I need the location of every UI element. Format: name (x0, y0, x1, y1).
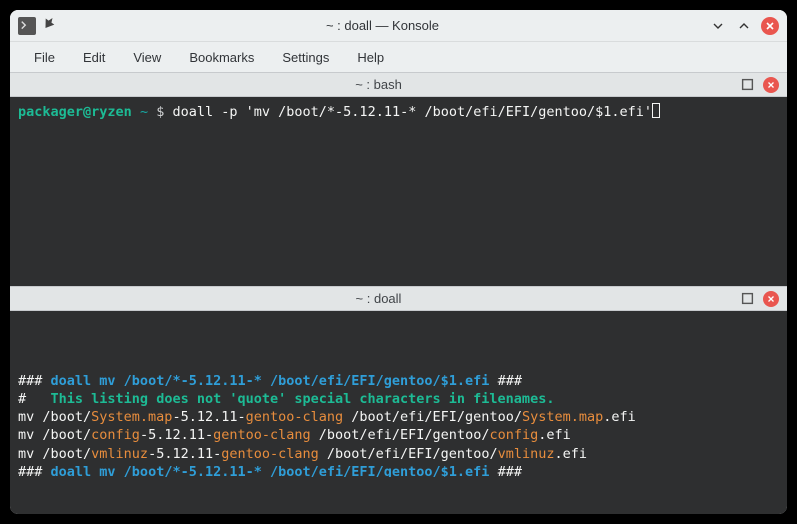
pane2-header[interactable]: ~ : doall (10, 286, 787, 311)
out-l3-suf: .efi (603, 409, 636, 425)
menubar: File Edit View Bookmarks Settings Help (10, 42, 787, 72)
out-l3-file2: System.map (522, 409, 603, 425)
minimize-button[interactable] (709, 17, 727, 35)
split-panes: ~ : bash packager@ryzen ~ $ doall -p 'mv… (10, 72, 787, 514)
out-l3-file: System.map (91, 409, 172, 425)
pane1-header[interactable]: ~ : bash (10, 72, 787, 97)
pin-icon[interactable] (42, 16, 56, 35)
out-l4-file2: config (489, 427, 538, 443)
out-l6-cmd: doall mv /boot/*-5.12.11-* /boot/efi/EFI… (51, 464, 490, 477)
out-l5-file: vmlinuz (91, 446, 148, 462)
out-l6-hash: ### (18, 464, 42, 477)
out-l5-file2: vmlinuz (498, 446, 555, 462)
cursor (652, 103, 660, 118)
out-l5-mid2: /boot/efi/EFI/gentoo/ (319, 446, 498, 462)
pane2-terminal[interactable]: ### doall mv /boot/*-5.12.11-* /boot/efi… (10, 311, 787, 477)
out-l4-tag: gentoo-clang (213, 427, 311, 443)
maximize-button[interactable] (735, 17, 753, 35)
out-l4-file: config (91, 427, 140, 443)
pane2-maximize-icon[interactable] (739, 291, 755, 307)
out-l5-mid1: -5.12.11- (148, 446, 221, 462)
out-l5-tag: gentoo-clang (221, 446, 319, 462)
pane1-close-icon[interactable] (763, 77, 779, 93)
close-button[interactable] (761, 17, 779, 35)
konsole-window: ~ : doall — Konsole File Edit View Bookm… (10, 10, 787, 514)
pane1-terminal[interactable]: packager@ryzen ~ $ doall -p 'mv /boot/*-… (10, 97, 787, 286)
out-l2-hash: # (18, 391, 26, 407)
out-l4-mid1: -5.12.11- (140, 427, 213, 443)
out-l1-hash2: ### (498, 373, 522, 389)
command-text: doall -p 'mv /boot/*-5.12.11-* /boot/efi… (173, 104, 653, 120)
menu-settings[interactable]: Settings (268, 46, 343, 69)
out-l6-hash2: ### (498, 464, 522, 477)
app-icon (18, 17, 36, 35)
pane2-title: ~ : doall (18, 291, 739, 306)
menu-bookmarks[interactable]: Bookmarks (175, 46, 268, 69)
out-l5-pre: mv /boot/ (18, 446, 91, 462)
out-l3-mid1: -5.12.11- (172, 409, 245, 425)
out-l4-pre: mv /boot/ (18, 427, 91, 443)
out-l2-text: This listing does not 'quote' special ch… (51, 391, 555, 407)
pane2-close-icon[interactable] (763, 291, 779, 307)
menu-file[interactable]: File (20, 46, 69, 69)
out-l4-mid2: /boot/efi/EFI/gentoo/ (311, 427, 490, 443)
menu-edit[interactable]: Edit (69, 46, 119, 69)
menu-view[interactable]: View (119, 46, 175, 69)
out-l3-mid2: /boot/efi/EFI/gentoo/ (343, 409, 522, 425)
window-title: ~ : doall — Konsole (56, 18, 709, 33)
out-l1-hash: ### (18, 373, 42, 389)
prompt-path: ~ (140, 104, 148, 120)
out-l1-cmd: doall mv /boot/*-5.12.11-* /boot/efi/EFI… (51, 373, 490, 389)
out-l5-suf: .efi (554, 446, 587, 462)
out-l3-tag: gentoo-clang (246, 409, 344, 425)
out-l3-pre: mv /boot/ (18, 409, 91, 425)
pane1-maximize-icon[interactable] (739, 77, 755, 93)
out-l4-suf: .efi (538, 427, 571, 443)
titlebar[interactable]: ~ : doall — Konsole (10, 10, 787, 42)
pane1-title: ~ : bash (18, 77, 739, 92)
prompt-user: packager@ryzen (18, 104, 132, 120)
menu-help[interactable]: Help (343, 46, 398, 69)
